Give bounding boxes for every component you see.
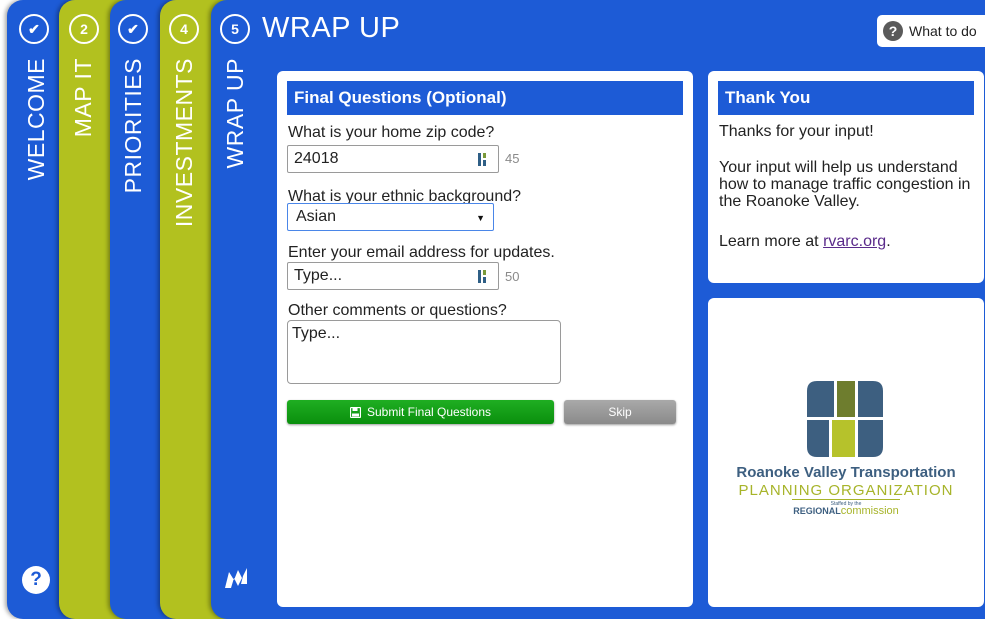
zip-value: 24018 (294, 150, 339, 167)
check-icon: ✔ (118, 14, 148, 44)
help-icon[interactable]: ? (22, 566, 50, 594)
learn-more-suffix: . (886, 233, 891, 250)
logo-line2: PLANNING ORGANIZATION (738, 482, 954, 499)
learn-more-text: Learn more at rvarc.org. (719, 233, 974, 250)
tab-welcome-label: WELCOME (23, 58, 49, 181)
mysidewalk-logo-icon (225, 568, 247, 588)
comments-label: Other comments or questions? (288, 302, 507, 319)
thank-you-title: Thank You (718, 81, 974, 115)
rvtpo-logo-mark (807, 381, 883, 457)
zip-input[interactable]: 24018 (287, 145, 499, 173)
step-2-badge: 2 (69, 14, 99, 44)
step-5-badge: 5 (220, 14, 250, 44)
character-counter-icon (478, 270, 486, 283)
thank-you-card: Thank You Thanks for your input! Your in… (708, 71, 984, 283)
email-placeholder: Type... (294, 267, 343, 284)
logo-divider (792, 499, 900, 500)
email-label: Enter your email address for updates. (288, 244, 555, 261)
ethnic-select[interactable]: Asian ▼ (287, 203, 494, 231)
logo-regional: REGIONAL (793, 506, 841, 516)
question-circle-icon: ? (883, 21, 903, 41)
thank-you-line1: Thanks for your input! (719, 123, 874, 140)
skip-button[interactable]: Skip (564, 400, 676, 424)
submit-label: Submit Final Questions (366, 405, 492, 419)
what-to-do-button[interactable]: ? What to do (877, 15, 985, 47)
tab-map-it-label: MAP IT (70, 58, 96, 138)
step-4-badge: 4 (169, 14, 199, 44)
email-char-count: 50 (505, 269, 520, 284)
floppy-disk-icon (349, 406, 361, 418)
comments-textarea[interactable]: Type... (287, 320, 561, 384)
main-panel: WRAP UP ? What to do Final Questions (Op… (262, 0, 985, 619)
ethnic-value: Asian (296, 208, 337, 225)
submit-final-questions-button[interactable]: Submit Final Questions (287, 400, 554, 424)
what-to-do-label: What to do (909, 23, 977, 39)
logo-regional-commission: REGIONALcommission (708, 505, 984, 517)
skip-label: Skip (608, 405, 632, 419)
tab-investments-label: INVESTMENTS (171, 58, 197, 228)
comments-placeholder: Type... (292, 325, 341, 342)
character-counter-icon (478, 153, 486, 166)
logo-line1: Roanoke Valley Transportation (736, 464, 956, 481)
logo-commission: commission (840, 505, 899, 517)
rvarc-link[interactable]: rvarc.org (823, 233, 886, 250)
tab-priorities-label: PRIORITIES (120, 58, 146, 194)
zip-label: What is your home zip code? (288, 124, 495, 141)
caret-down-icon: ▼ (476, 213, 485, 223)
page-title: WRAP UP (262, 12, 401, 44)
learn-more-prefix: Learn more at (719, 233, 824, 250)
tab-wrap-up-label: WRAP UP (222, 58, 248, 169)
final-questions-title: Final Questions (Optional) (287, 81, 683, 115)
zip-char-count: 45 (505, 151, 520, 166)
email-input[interactable]: Type... (287, 262, 499, 290)
check-icon: ✔ (19, 14, 49, 44)
logo-card: Roanoke Valley Transportation PLANNING O… (708, 298, 984, 607)
final-questions-card: Final Questions (Optional) What is your … (277, 71, 693, 607)
app-stage: ✔ WELCOME ? 2 MAP IT ✔ PRIORITIES 4 INVE… (0, 0, 985, 619)
thank-you-line2: Your input will help us understand how t… (719, 159, 971, 210)
